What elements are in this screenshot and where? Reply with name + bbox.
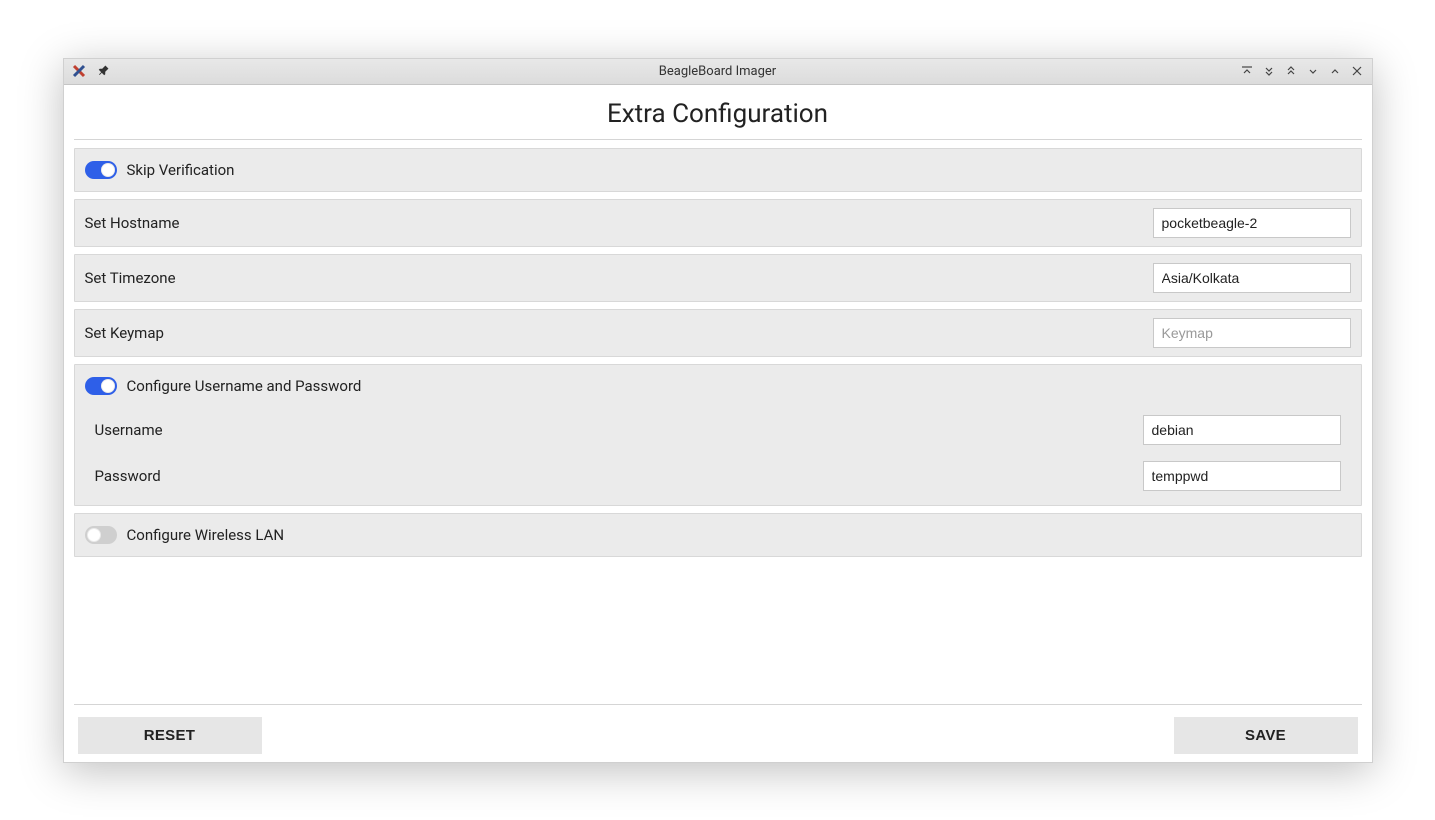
- keymap-panel: Set Keymap: [74, 309, 1362, 357]
- keymap-input[interactable]: [1153, 318, 1351, 348]
- pin-icon[interactable]: [96, 64, 110, 78]
- divider: [74, 139, 1362, 140]
- footer: RESET SAVE: [74, 704, 1362, 762]
- username-label: Username: [95, 421, 163, 439]
- double-chevron-down-icon[interactable]: [1258, 60, 1280, 82]
- password-input[interactable]: [1143, 461, 1341, 491]
- timezone-input[interactable]: [1153, 263, 1351, 293]
- timezone-panel: Set Timezone: [74, 254, 1362, 302]
- close-icon[interactable]: [1346, 60, 1368, 82]
- password-label: Password: [95, 467, 161, 485]
- hostname-panel: Set Hostname: [74, 199, 1362, 247]
- userpass-label: Configure Username and Password: [127, 377, 362, 395]
- content-area: Extra Configuration Skip Verification Se…: [64, 85, 1372, 762]
- userpass-header-row: Configure Username and Password: [75, 365, 1361, 407]
- wlan-label: Configure Wireless LAN: [127, 526, 285, 544]
- password-row: Password: [75, 453, 1361, 505]
- skip-verification-panel: Skip Verification: [74, 148, 1362, 192]
- hostname-label: Set Hostname: [85, 214, 180, 232]
- timezone-row: Set Timezone: [75, 255, 1361, 301]
- double-chevron-up-icon[interactable]: [1280, 60, 1302, 82]
- wlan-panel: Configure Wireless LAN: [74, 513, 1362, 557]
- skip-verification-row: Skip Verification: [75, 149, 1361, 191]
- keymap-label: Set Keymap: [85, 324, 164, 342]
- username-input[interactable]: [1143, 415, 1341, 445]
- footer-buttons: RESET SAVE: [74, 717, 1362, 754]
- application-window: BeagleBoard Imager Extra Configuration: [63, 58, 1373, 763]
- keymap-row: Set Keymap: [75, 310, 1361, 356]
- titlebar: BeagleBoard Imager: [64, 59, 1372, 85]
- titlebar-controls: [1236, 60, 1372, 82]
- window-title: BeagleBoard Imager: [64, 64, 1372, 79]
- userpass-panel: Configure Username and Password Username…: [74, 364, 1362, 506]
- reset-button[interactable]: RESET: [78, 717, 262, 754]
- timezone-label: Set Timezone: [85, 269, 176, 287]
- wlan-toggle[interactable]: [85, 526, 117, 544]
- hostname-input[interactable]: [1153, 208, 1351, 238]
- app-x-icon: [72, 64, 86, 78]
- username-row: Username: [75, 407, 1361, 453]
- skip-verification-toggle[interactable]: [85, 161, 117, 179]
- userpass-toggle[interactable]: [85, 377, 117, 395]
- maximize-icon[interactable]: [1324, 60, 1346, 82]
- save-button[interactable]: SAVE: [1174, 717, 1358, 754]
- skip-verification-label: Skip Verification: [127, 161, 235, 179]
- hostname-row: Set Hostname: [75, 200, 1361, 246]
- wlan-row: Configure Wireless LAN: [75, 514, 1361, 556]
- footer-divider: [74, 704, 1362, 705]
- titlebar-left: [64, 64, 110, 78]
- roll-up-bar-icon[interactable]: [1236, 60, 1258, 82]
- minimize-icon[interactable]: [1302, 60, 1324, 82]
- page-title: Extra Configuration: [74, 85, 1362, 139]
